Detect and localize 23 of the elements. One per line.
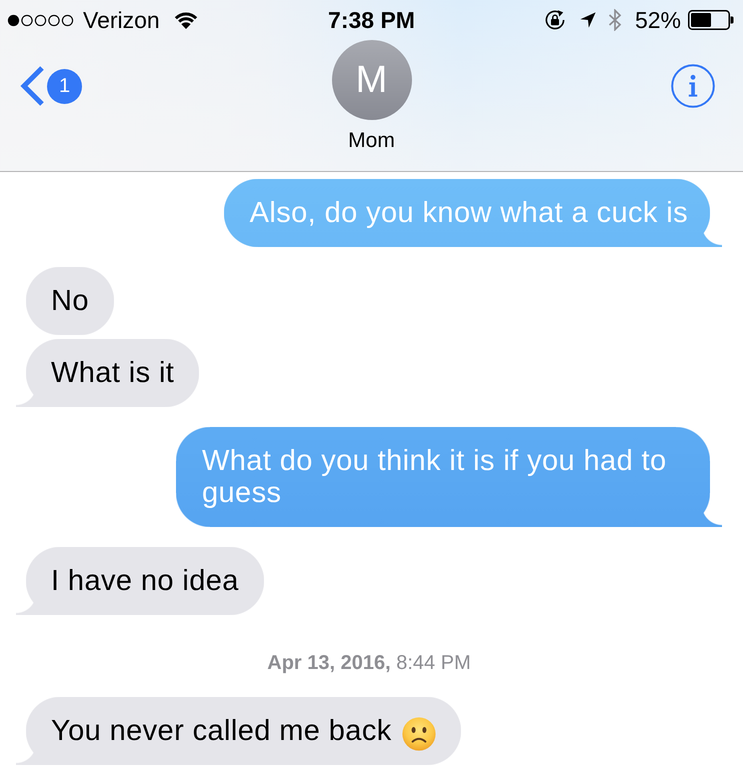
message-bubble: No [26, 267, 114, 335]
message-bubble: Also, do you know what a cuck is [224, 179, 722, 247]
bluetooth-icon [608, 9, 622, 31]
signal-strength-icon [7, 14, 74, 26]
back-chevron-icon [19, 65, 45, 107]
battery-percent: 52% [634, 6, 681, 34]
back-button[interactable]: 1 [19, 65, 82, 107]
contact-avatar[interactable]: M [332, 40, 412, 120]
info-icon [671, 64, 715, 108]
wifi-icon [174, 11, 198, 29]
timestamp: Apr 13, 2016, 8:44 PM [267, 651, 471, 675]
rotation-lock-icon [542, 8, 567, 32]
contact-name[interactable]: Mom [348, 129, 395, 153]
location-arrow-icon [580, 12, 596, 28]
message-bubble: I have no idea [16, 547, 264, 615]
message-bubble: What is it [16, 339, 200, 407]
battery-icon [688, 10, 734, 30]
carrier-name: Verizon [83, 6, 160, 34]
message-text: You never called me back [51, 715, 392, 747]
clock-time: 7:38 PM [328, 6, 415, 34]
unread-count-badge: 1 [47, 68, 82, 104]
info-button[interactable] [671, 64, 715, 108]
message-bubble: What do you think it is if you had to guess [176, 427, 722, 527]
